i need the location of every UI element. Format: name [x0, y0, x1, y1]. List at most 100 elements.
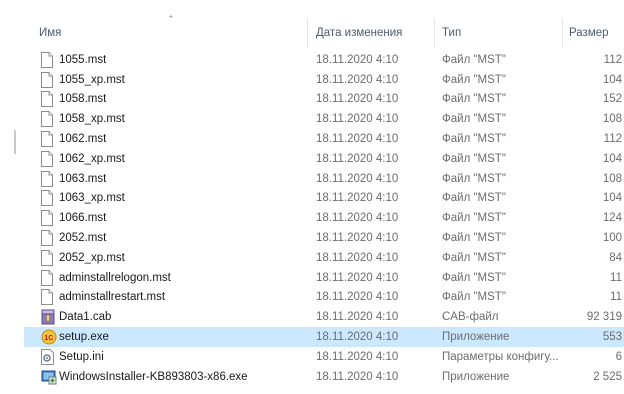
column-header-size-label: Размер — [569, 27, 609, 39]
file-name-cell: WindowsInstaller-KB893803-x86.exe — [24, 369, 308, 385]
file-name-cell: 1063.mst — [24, 170, 308, 187]
file-row[interactable]: Data1.cab 18.11.2020 4:10 CAB-файл 92 319 — [24, 307, 624, 327]
file-size: 11 — [610, 271, 622, 284]
file-size: 104 — [602, 73, 622, 86]
file-row[interactable]: 1055_xp.mst 18.11.2020 4:10 Файл "MST" 104 — [24, 70, 624, 90]
column-header-date[interactable]: Дата изменения — [308, 18, 435, 48]
file-name-cell: 2052.mst — [24, 230, 308, 247]
file-size: 152 — [602, 93, 622, 106]
file-type: Файл "MST" — [442, 93, 506, 106]
blank-file-icon — [41, 210, 53, 227]
file-name: Data1.cab — [59, 311, 112, 324]
file-row[interactable]: adminstallrestart.mst 18.11.2020 4:10 Файл… — [24, 288, 624, 308]
file-name-cell: 1058.mst — [24, 91, 308, 108]
file-size: 104 — [602, 152, 622, 165]
file-name: WindowsInstaller-KB893803-x86.exe — [59, 370, 248, 383]
pane-resize-handle[interactable] — [14, 130, 16, 154]
column-header-bar: ⌃ Имя Дата изменения Тип Размер — [24, 14, 624, 48]
column-header-date-label: Дата изменения — [316, 27, 403, 39]
file-name-cell: 1062_xp.mst — [24, 150, 308, 167]
file-date: 18.11.2020 4:10 — [316, 271, 399, 284]
file-name-cell: adminstallrelogon.mst — [24, 269, 308, 286]
file-date: 18.11.2020 4:10 — [316, 53, 399, 66]
blank-file-icon — [41, 51, 53, 68]
file-size: 124 — [602, 212, 622, 225]
file-type: Файл "MST" — [442, 172, 506, 185]
file-type: Файл "MST" — [442, 251, 506, 264]
file-date: 18.11.2020 4:10 — [316, 133, 399, 146]
file-name: 1062_xp.mst — [59, 152, 125, 165]
file-row[interactable]: 2052_xp.mst 18.11.2020 4:10 Файл "MST" 84 — [24, 248, 624, 268]
file-list: 1055.mst 18.11.2020 4:10 Файл "MST" 112 1055… — [24, 50, 624, 387]
file-row[interactable]: 1C setup.exe 18.11.2020 4:10 Приложение 553 — [24, 327, 624, 347]
blank-file-icon — [41, 111, 53, 128]
file-name-cell: 2052_xp.mst — [24, 249, 308, 266]
file-name: adminstallrelogon.mst — [59, 271, 171, 284]
file-size: 100 — [602, 232, 622, 245]
file-name-cell: 1055.mst — [24, 51, 308, 68]
blank-file-icon — [41, 269, 53, 286]
file-type: Файл "MST" — [442, 291, 506, 304]
file-type: Файл "MST" — [442, 152, 506, 165]
file-size: 112 — [603, 133, 622, 146]
file-name: 1055_xp.mst — [59, 73, 125, 86]
file-date: 18.11.2020 4:10 — [316, 232, 399, 245]
column-header-type-label: Тип — [442, 27, 462, 39]
file-row[interactable]: 1062.mst 18.11.2020 4:10 Файл "MST" 112 — [24, 129, 624, 149]
file-size: 84 — [609, 251, 622, 264]
file-name-cell: 1062.mst — [24, 131, 308, 148]
navigation-pane-edge — [0, 0, 24, 394]
1c-setup-icon: 1C — [41, 329, 57, 345]
file-name: 2052_xp.mst — [59, 251, 125, 264]
file-name: adminstallrestart.mst — [59, 291, 166, 304]
file-name: 1062.mst — [59, 133, 107, 146]
file-type: Параметры конфигу... — [442, 350, 559, 363]
file-row[interactable]: Setup.ini 18.11.2020 4:10 Параметры конфиг… — [24, 347, 624, 367]
column-header-type[interactable]: Тип — [435, 18, 563, 48]
file-row[interactable]: 1063.mst 18.11.2020 4:10 Файл "MST" 108 — [24, 169, 624, 189]
svg-text:1C: 1C — [44, 335, 53, 342]
column-header-name[interactable]: ⌃ Имя — [24, 14, 308, 48]
file-name: 1058_xp.mst — [59, 113, 125, 126]
file-row[interactable]: 1063_xp.mst 18.11.2020 4:10 Файл "MST" 104 — [24, 189, 624, 209]
file-row[interactable]: 1062_xp.mst 18.11.2020 4:10 Файл "MST" 104 — [24, 149, 624, 169]
file-row[interactable]: 1058_xp.mst 18.11.2020 4:10 Файл "MST" 108 — [24, 109, 624, 129]
file-date: 18.11.2020 4:10 — [316, 152, 399, 165]
blank-file-icon — [41, 91, 53, 108]
file-type: CAB-файл — [442, 311, 499, 324]
file-row[interactable]: 1066.mst 18.11.2020 4:10 Файл "MST" 124 — [24, 208, 624, 228]
blank-file-icon — [41, 131, 53, 148]
blank-file-icon — [41, 170, 53, 187]
file-date: 18.11.2020 4:10 — [316, 73, 399, 86]
file-name-cell: 1066.mst — [24, 210, 308, 227]
file-name-cell: 1055_xp.mst — [24, 71, 308, 88]
file-row[interactable]: 1058.mst 18.11.2020 4:10 Файл "MST" 152 — [24, 90, 624, 110]
file-date: 18.11.2020 4:10 — [316, 93, 399, 106]
file-type: Файл "MST" — [442, 73, 506, 86]
file-name: 1058.mst — [59, 93, 107, 106]
ini-settings-icon — [41, 348, 54, 365]
file-date: 18.11.2020 4:10 — [316, 331, 399, 344]
file-type: Файл "MST" — [442, 212, 506, 225]
file-type: Файл "MST" — [442, 271, 506, 284]
file-size: 6 — [615, 350, 622, 363]
column-header-size[interactable]: Размер — [563, 18, 624, 48]
file-name: 1055.mst — [59, 53, 107, 66]
file-type: Файл "MST" — [442, 113, 506, 126]
file-date: 18.11.2020 4:10 — [316, 350, 399, 363]
file-name-cell: 1C setup.exe — [24, 329, 308, 345]
file-row[interactable]: WindowsInstaller-KB893803-x86.exe 18.11.2… — [24, 367, 624, 387]
file-size: 553 — [602, 331, 622, 344]
file-type: Файл "MST" — [442, 232, 506, 245]
file-row[interactable]: adminstallrelogon.mst 18.11.2020 4:10 Файл… — [24, 268, 624, 288]
file-name: 1066.mst — [59, 212, 107, 225]
column-header-name-label: Имя — [39, 27, 62, 39]
file-row[interactable]: 2052.mst 18.11.2020 4:10 Файл "MST" 100 — [24, 228, 624, 248]
file-type: Файл "MST" — [442, 192, 506, 205]
file-name-cell: 1063_xp.mst — [24, 190, 308, 207]
file-size: 108 — [602, 172, 622, 185]
file-name: 1063.mst — [59, 172, 107, 185]
file-row[interactable]: 1055.mst 18.11.2020 4:10 Файл "MST" 112 — [24, 50, 624, 70]
file-type: Файл "MST" — [442, 53, 506, 66]
file-size: 104 — [602, 192, 622, 205]
